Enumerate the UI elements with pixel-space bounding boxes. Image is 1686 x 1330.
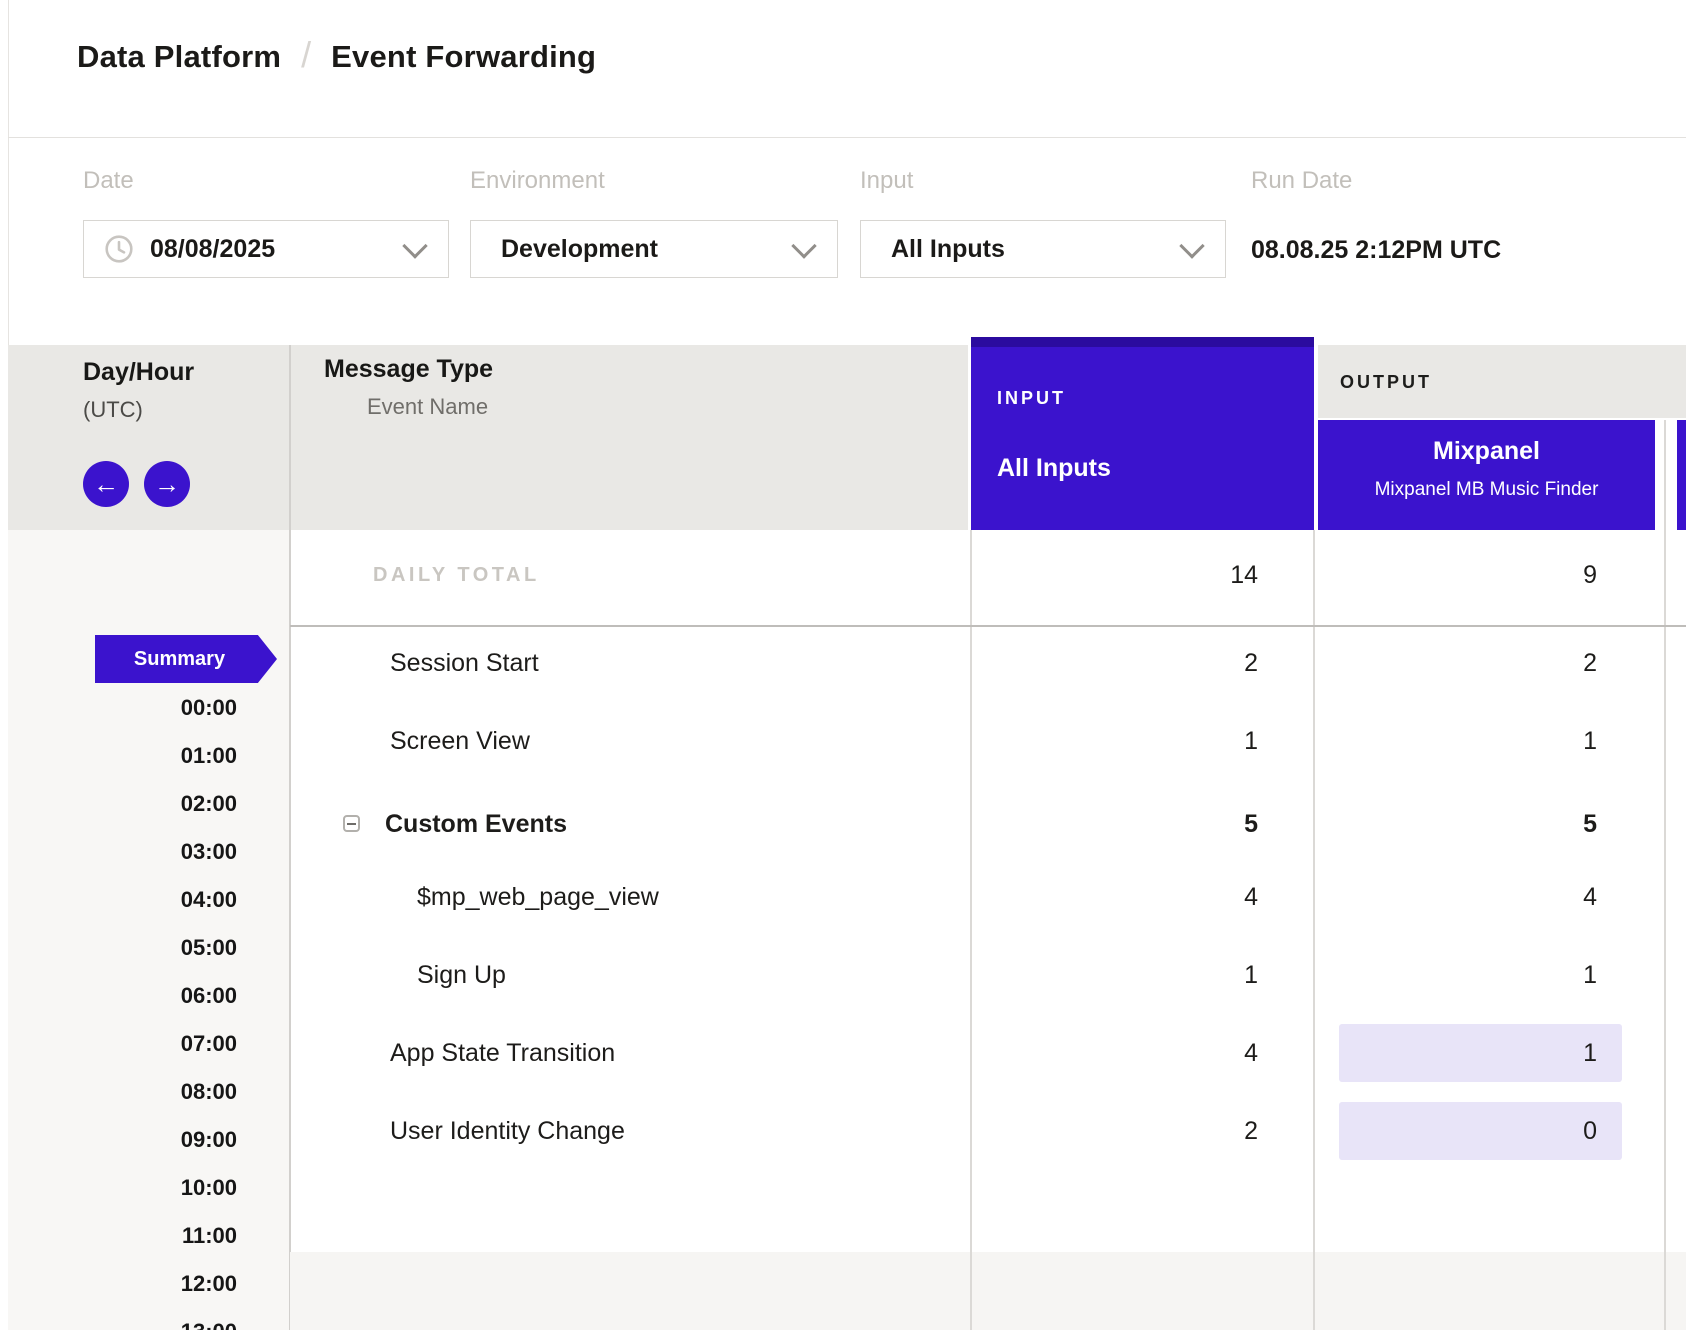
date-dropdown[interactable]: 08/08/2025 [83,220,449,278]
table-row-label: App State Transition [390,1038,615,1068]
output-column-header-mixpanel[interactable]: Mixpanel Mixpanel MB Music Finder [1318,420,1655,530]
summary-row-badge[interactable]: Summary [95,635,277,683]
run-date-value: 08.08.25 2:12PM UTC [1251,233,1501,267]
table-row-input-value: 1 [971,960,1258,990]
message-type-column-title: Message Type [324,355,493,384]
breadcrumb-separator: / [301,34,311,76]
hour-row-00[interactable]: 00:00 [8,694,237,722]
hour-row-05[interactable]: 05:00 [8,934,237,962]
hour-row-01[interactable]: 01:00 [8,742,237,770]
summary-label: Summary [134,648,225,671]
collapse-custom-events-button[interactable] [343,815,360,832]
table-row-output-value: 0 [1583,1116,1597,1146]
event-forwarding-page: Data Platform / Event Forwarding Date 08… [0,0,1686,1330]
hour-row-07[interactable]: 07:00 [8,1030,237,1058]
breadcrumb: Data Platform / Event Forwarding [77,36,596,78]
hour-row-06[interactable]: 06:00 [8,982,237,1010]
table-row-input-value: 4 [971,882,1258,912]
environment-filter-label: Environment [470,166,605,196]
input-group-label: INPUT [997,388,1066,409]
grid-line [1313,1252,1315,1330]
environment-dropdown[interactable]: Development [470,220,838,278]
arrow-left-icon: ← [93,471,119,497]
output-column-title: Mixpanel [1318,437,1655,466]
table-row-label: $mp_web_page_view [417,882,659,912]
arrow-right-icon: → [154,471,180,497]
input-dropdown[interactable]: All Inputs [860,220,1226,278]
table-row-label: Custom Events [385,809,567,839]
clock-icon [104,234,134,264]
breadcrumb-section[interactable]: Data Platform [77,39,281,75]
table-row-output-value: 1 [1314,960,1597,990]
hour-row-04[interactable]: 04:00 [8,886,237,914]
day-hour-timezone: (UTC) [83,397,143,423]
day-hour-column-title: Day/Hour [83,358,194,387]
grid-line [970,1252,972,1330]
table-row-label: User Identity Change [390,1116,625,1146]
daily-total-output-value: 9 [1314,560,1597,590]
header-divider [8,137,1686,138]
grid-line [289,345,291,1330]
hour-row-08[interactable]: 08:00 [8,1078,237,1106]
table-row-output-value: 1 [1583,1038,1597,1068]
table-row-input-value: 4 [971,1038,1258,1068]
grid-line [1664,420,1666,1330]
hour-row-12[interactable]: 12:00 [8,1270,237,1298]
table-row-output-value: 1 [1314,726,1597,756]
table-row-input-value: 2 [971,1116,1258,1146]
table-row-output-value: 5 [1314,809,1597,839]
highlighted-output-cell: 0 [1339,1102,1622,1160]
environment-value: Development [501,235,658,264]
date-filter-label: Date [83,166,134,196]
table-footer-area [290,1252,1686,1330]
next-day-button[interactable]: → [144,461,190,507]
daily-total-input-value: 14 [971,560,1258,590]
table-row-label: Screen View [390,726,530,756]
table-row-input-value: 2 [971,648,1258,678]
date-value: 08/08/2025 [150,235,275,264]
input-filter-label: Input [860,166,913,196]
run-date-label: Run Date [1251,166,1352,196]
input-column-header[interactable]: INPUT All Inputs [971,337,1314,530]
grid-line [1664,1252,1666,1330]
minus-icon [347,823,356,825]
previous-day-button[interactable]: ← [83,461,129,507]
output-group-label: OUTPUT [1340,372,1432,393]
table-row-input-value: 1 [971,726,1258,756]
hour-row-10[interactable]: 10:00 [8,1174,237,1202]
chevron-down-icon [791,233,816,258]
hour-row-03[interactable]: 03:00 [8,838,237,866]
daily-total-divider [290,625,1686,627]
page-title: Event Forwarding [331,39,596,75]
highlighted-output-cell: 1 [1339,1024,1622,1082]
header-gap [968,337,971,530]
hour-row-13[interactable]: 13:00 [8,1318,237,1330]
chevron-down-icon [1179,233,1204,258]
table-row-label: Sign Up [417,960,506,990]
event-name-subheader: Event Name [367,394,488,420]
hour-row-11[interactable]: 11:00 [8,1222,237,1250]
table-row-label: Session Start [390,648,539,678]
input-value: All Inputs [891,235,1005,264]
chevron-down-icon [402,233,427,258]
table-row-output-value: 4 [1314,882,1597,912]
output-column-subtitle: Mixpanel MB Music Finder [1318,479,1655,501]
table-row-output-value: 2 [1314,648,1597,678]
next-output-column-partial [1677,420,1686,530]
daily-total-label: DAILY TOTAL [373,560,540,590]
input-column-name: All Inputs [997,454,1111,483]
hour-row-02[interactable]: 02:00 [8,790,237,818]
hour-row-09[interactable]: 09:00 [8,1126,237,1154]
table-row-input-value: 5 [971,809,1258,839]
